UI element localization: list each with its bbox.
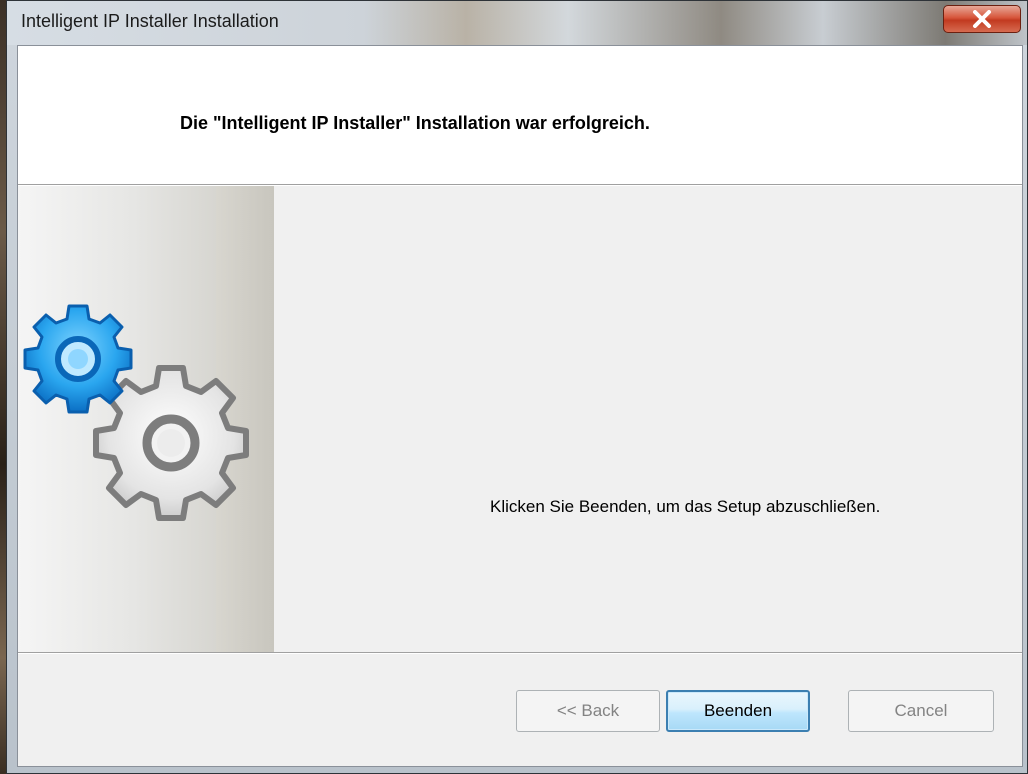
gears-icon	[23, 304, 249, 521]
side-banner-image	[18, 186, 274, 652]
completion-heading: Die "Intelligent IP Installer" Installat…	[180, 113, 650, 133]
title-bar[interactable]: Intelligent IP Installer Installation	[7, 1, 1027, 45]
instruction-text: Klicken Sie Beenden, um das Setup abzusc…	[490, 497, 881, 516]
footer-separator	[18, 652, 1022, 654]
installer-window: Intelligent IP Installer Installation Di…	[6, 0, 1028, 774]
window-title: Intelligent IP Installer Installation	[21, 11, 279, 31]
close-icon	[973, 10, 991, 28]
back-button[interactable]: << Back	[516, 690, 660, 732]
cancel-button[interactable]: Cancel	[848, 690, 994, 732]
dialog-body: Die "Intelligent IP Installer" Installat…	[17, 45, 1023, 767]
close-button[interactable]	[943, 5, 1021, 33]
header-panel: Die "Intelligent IP Installer" Installat…	[18, 46, 1022, 184]
finish-button[interactable]: Beenden	[666, 690, 810, 732]
